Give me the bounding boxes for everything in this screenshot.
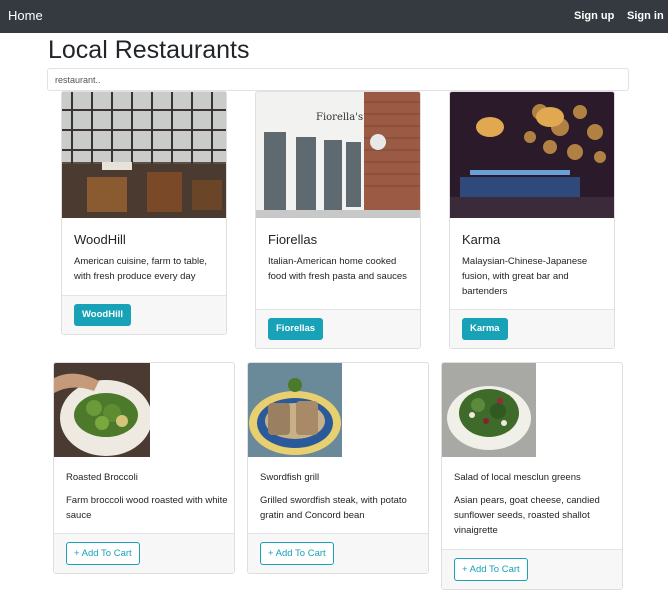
- restaurant-button-woodhill[interactable]: WoodHill: [74, 304, 131, 326]
- restaurant-photo-woodhill: [62, 92, 226, 218]
- add-to-cart-button[interactable]: + Add To Cart: [66, 542, 140, 565]
- dish-card-roasted-broccoli: Roasted Broccoli Farm broccoli wood roas…: [53, 362, 235, 574]
- restaurant-name: Karma: [462, 232, 501, 247]
- card-footer: + Add To Cart: [248, 533, 428, 573]
- restaurant-card-karma: Karma Malaysian-Chinese-Japanese fusion,…: [449, 91, 615, 349]
- dish-photo-mesclun-salad: [442, 363, 536, 457]
- dish-card-swordfish-grill: Swordfish grill Grilled swordfish steak,…: [247, 362, 429, 574]
- restaurant-description: Malaysian-Chinese-Japanese fusion, with …: [462, 256, 588, 297]
- card-footer: WoodHill: [62, 295, 226, 334]
- dish-description: Grilled swordfish steak, with potato gra…: [260, 495, 407, 521]
- dish-photo-roasted-broccoli: [54, 363, 150, 457]
- restaurant-name: Fiorellas: [268, 232, 318, 247]
- nav-signin-link[interactable]: Sign in: [627, 10, 664, 23]
- dish-description: Farm broccoli wood roasted with white sa…: [66, 495, 228, 521]
- restaurant-button-karma[interactable]: Karma: [462, 318, 508, 340]
- card-footer: Fiorellas: [256, 309, 420, 348]
- restaurant-description: Italian-American home cooked food with f…: [268, 256, 407, 282]
- restaurant-name: WoodHill: [74, 232, 126, 247]
- dish-name: Roasted Broccoli: [66, 472, 138, 483]
- page-title: Local Restaurants: [48, 36, 250, 64]
- search-input[interactable]: [47, 68, 629, 91]
- add-to-cart-button[interactable]: + Add To Cart: [260, 542, 334, 565]
- navbar: Home Sign up Sign in: [0, 0, 668, 33]
- card-footer: Karma: [450, 309, 614, 348]
- dish-name: Salad of local mesclun greens: [454, 472, 581, 483]
- restaurant-card-woodhill: WoodHill American cuisine, farm to table…: [61, 91, 227, 335]
- restaurant-button-fiorellas[interactable]: Fiorellas: [268, 318, 324, 340]
- dish-name: Swordfish grill: [260, 472, 320, 483]
- nav-home-link[interactable]: Home: [8, 8, 43, 24]
- dish-description: Asian pears, goat cheese, candied sunflo…: [454, 495, 600, 536]
- svg-text:Fiorella's: Fiorella's: [316, 112, 363, 123]
- restaurant-description: American cuisine, farm to table, with fr…: [74, 256, 208, 282]
- card-footer: + Add To Cart: [442, 549, 622, 589]
- restaurant-card-fiorellas: Fiorella's Fiorellas Italian-American ho…: [255, 91, 421, 349]
- restaurant-photo-karma: [450, 92, 614, 218]
- dish-card-mesclun-salad: Salad of local mesclun greens Asian pear…: [441, 362, 623, 590]
- add-to-cart-button[interactable]: + Add To Cart: [454, 558, 528, 581]
- dish-photo-swordfish-grill: [248, 363, 342, 457]
- card-footer: + Add To Cart: [54, 533, 234, 573]
- restaurant-photo-fiorellas: Fiorella's: [256, 92, 420, 218]
- nav-signup-link[interactable]: Sign up: [574, 10, 614, 23]
